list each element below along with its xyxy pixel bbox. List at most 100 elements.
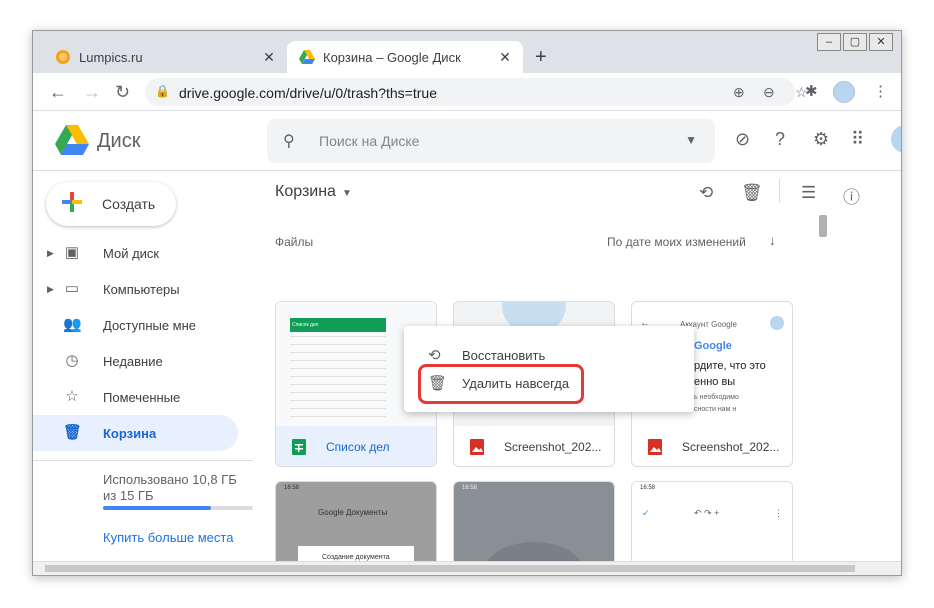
offline-ready-icon[interactable]: ⊘ — [735, 129, 750, 149]
horizontal-scrollbar[interactable] — [33, 561, 901, 575]
thumb-text: енно вы — [694, 376, 736, 388]
lock-icon: 🔒 — [155, 84, 170, 98]
chevron-down-icon: ▼ — [341, 188, 352, 199]
sort-button[interactable]: По дате моих изменений — [607, 235, 746, 249]
storage-usage-text: Использовано 10,8 ГБ из 15 ГБ — [103, 472, 237, 503]
sheet-row — [290, 376, 386, 377]
sidebar-item-computers[interactable]: ▶ ▭ Компьютеры — [33, 271, 238, 307]
file-card-footer: Список дел — [276, 426, 436, 466]
more-icon: ⋮ — [774, 508, 783, 518]
sheet-row — [290, 352, 386, 353]
highlight-box — [418, 364, 584, 404]
create-label: Создать — [102, 196, 156, 212]
tab-title: Lumpics.ru — [79, 49, 143, 65]
gear-icon[interactable]: ⚙ — [813, 129, 829, 149]
storage-bar-fill — [103, 506, 211, 510]
close-icon[interactable]: ✕ — [261, 49, 277, 65]
sidebar-item-my-drive[interactable]: ▶ ▣ Мой диск — [33, 235, 238, 271]
tab-title: Корзина – Google Диск — [323, 49, 461, 65]
app-name[interactable]: Диск — [97, 130, 140, 153]
sheet-row — [290, 408, 386, 409]
tab-lumpics[interactable]: Lumpics.ru ✕ — [43, 41, 287, 73]
storage-bar — [103, 506, 253, 510]
info-icon[interactable]: ⓘ — [843, 183, 860, 208]
check-icon: ✓ — [642, 508, 650, 518]
apps-grid-icon[interactable]: ⠿ — [851, 129, 864, 149]
sort-direction-icon[interactable]: ↓ — [769, 232, 776, 248]
sidebar-item-label: Доступные мне — [103, 317, 197, 333]
plus-icon — [62, 192, 82, 212]
sheet-row — [290, 368, 386, 369]
extensions-icon[interactable]: ✱ — [805, 82, 818, 100]
thumb-text: рдите, что это — [694, 360, 766, 372]
sheet-row — [290, 416, 386, 417]
sheet-row — [290, 400, 386, 401]
sidebar-item-recent[interactable]: ◷ Недавние — [33, 343, 238, 379]
search-options-icon[interactable]: ▼ — [685, 133, 697, 147]
sidebar-divider — [33, 460, 253, 461]
new-tab-button[interactable]: + — [535, 47, 547, 67]
profile-avatar[interactable] — [833, 81, 855, 103]
file-name: Screenshot_202... — [504, 440, 602, 454]
sidebar-item-shared[interactable]: 👥 Доступные мне — [33, 307, 238, 343]
computers-icon: ▭ — [64, 280, 80, 297]
tab-bar: Lumpics.ru ✕ Корзина – Google Диск ✕ + –… — [33, 31, 901, 73]
file-name: Список дел — [326, 440, 390, 454]
search-box[interactable]: ⚲ Поиск на Диске ▼ — [267, 119, 715, 163]
expand-arrow-icon[interactable]: ▶ — [47, 248, 54, 259]
sheet-row — [290, 384, 386, 385]
menu-item-label: Восстановить — [462, 348, 546, 363]
thumb-text: Создание документа — [322, 554, 390, 561]
buy-storage-link[interactable]: Купить больше места — [103, 530, 233, 545]
starred-icon: ☆ — [65, 388, 79, 405]
sidebar-item-label: Мой диск — [103, 245, 160, 261]
sidebar: Создать ▶ ▣ Мой диск ▶ ▭ Компьютеры 👥 До… — [33, 171, 261, 575]
sidebar-item-label: Корзина — [103, 425, 157, 441]
tab-google-drive[interactable]: Корзина – Google Диск ✕ — [287, 41, 523, 73]
file-card-footer: Screenshot_202... — [632, 426, 792, 466]
horizontal-scrollbar-thumb[interactable] — [45, 565, 855, 572]
search-icon[interactable]: ⚲ — [283, 131, 295, 151]
close-window-button[interactable]: ✕ — [869, 33, 893, 51]
close-icon[interactable]: ✕ — [497, 49, 513, 65]
back-icon[interactable]: ← — [49, 82, 67, 102]
thumb-time: 16:58 — [462, 485, 478, 491]
file-card-footer: Screenshot_202... — [454, 426, 614, 466]
menu-dots-icon[interactable]: ⋮ — [873, 82, 888, 100]
zoom-in-icon[interactable]: ⊕ — [733, 84, 745, 101]
sidebar-item-starred[interactable]: ☆ Помеченные — [33, 379, 238, 415]
drive-logo-icon — [55, 125, 89, 155]
sheet-row — [290, 336, 386, 337]
my-drive-icon: ▣ — [64, 244, 80, 261]
toolbar-divider — [779, 179, 780, 203]
empty-trash-icon[interactable]: 🗑 — [741, 183, 763, 203]
sheet-row — [290, 392, 386, 393]
thumb-text: сности нам н — [694, 406, 737, 413]
sidebar-item-trash[interactable]: 🗑 Корзина — [33, 415, 238, 451]
section-label: Файлы — [275, 235, 314, 249]
zoom-out-icon[interactable]: ⊖ — [763, 84, 775, 101]
thumb-time: 16:58 — [284, 485, 300, 491]
maximize-button[interactable]: ▢ — [843, 33, 867, 51]
omnibox[interactable]: 🔒 drive.google.com/drive/u/0/trash?ths=t… — [145, 78, 808, 106]
help-icon[interactable]: ? — [775, 129, 785, 149]
sheet-row — [290, 360, 386, 361]
avatar-mock — [770, 316, 784, 330]
expand-arrow-icon[interactable]: ▶ — [47, 284, 54, 295]
scrollbar-thumb[interactable] — [819, 215, 827, 237]
url-text[interactable]: drive.google.com/drive/u/0/trash?ths=tru… — [179, 85, 437, 101]
restore-all-icon[interactable]: ⟲ — [699, 183, 713, 203]
file-name: Screenshot_202... — [682, 440, 780, 454]
image-file-icon — [648, 439, 662, 455]
image-file-icon — [470, 439, 484, 455]
reload-icon[interactable]: ↻ — [115, 82, 130, 102]
forward-icon[interactable]: → — [83, 82, 101, 102]
sidebar-item-label: Компьютеры — [103, 281, 180, 297]
search-placeholder[interactable]: Поиск на Диске — [319, 133, 419, 149]
list-view-icon[interactable]: ☰ — [801, 183, 816, 203]
minimize-button[interactable]: – — [817, 33, 841, 51]
create-button[interactable]: Создать — [46, 182, 176, 226]
breadcrumb[interactable]: Корзина ▼ — [275, 183, 352, 201]
shared-icon: 👥 — [63, 316, 82, 333]
sidebar-item-label: Недавние — [103, 353, 163, 369]
